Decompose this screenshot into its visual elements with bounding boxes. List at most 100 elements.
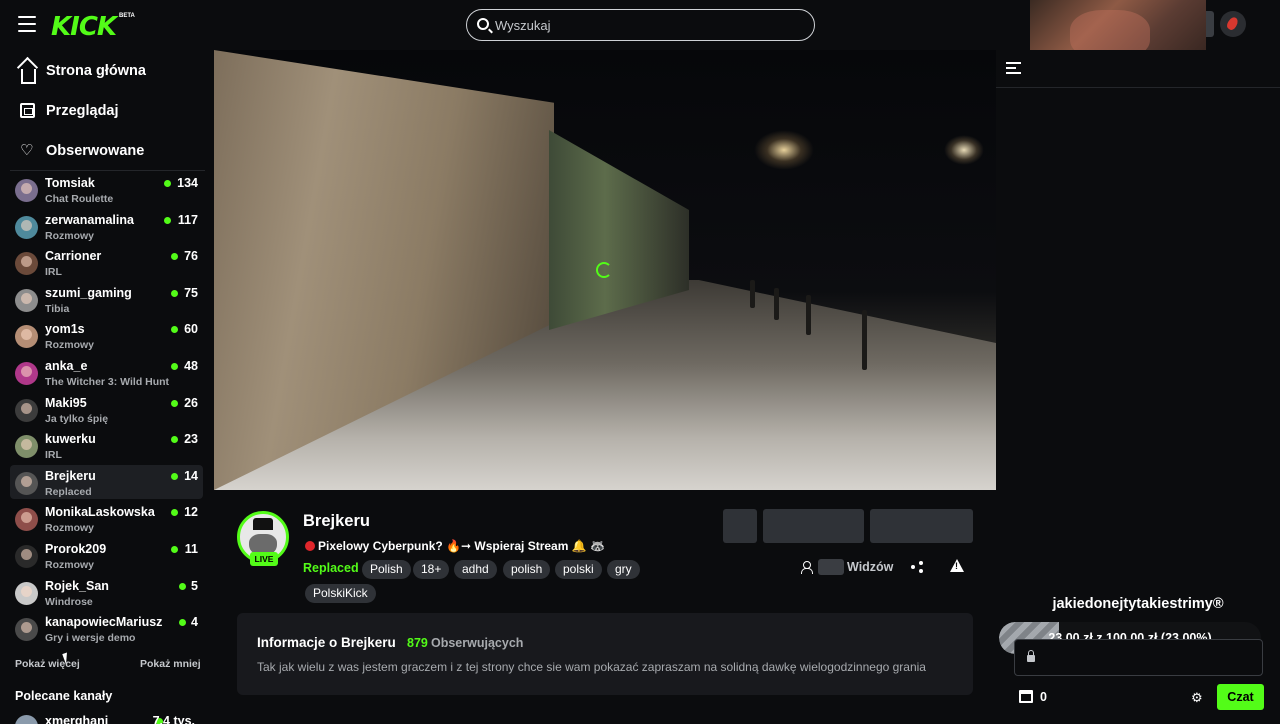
user-avatar[interactable] [1220,11,1246,37]
sidebar-channel[interactable]: Carrioner IRL 76 [10,245,203,279]
sidebar-channel[interactable]: Prorok209 Rozmowy 11 [10,538,203,572]
viewer-count: 23 [184,432,198,447]
viewer-count: 12 [184,505,198,520]
subscribe-button[interactable] [870,509,973,543]
channel-name: xmerghani [45,714,109,724]
channel-name: MonikaLaskowska [45,505,155,520]
channel-name: zerwanamalina [45,212,134,227]
channel-category: Tibia [45,302,70,315]
channel-category: Rozmowy [45,559,95,571]
channel-name: Brejkeru [45,468,96,483]
avatar [15,508,38,532]
channel-name: szumi_gaming [45,285,132,300]
live-dot-icon [163,180,171,187]
stream-title: Pixelowy Cyberpunk? 🔥➞ Wspieraj Stream 🔔… [305,539,605,553]
channel-category: Ja tylko śpię [45,412,109,425]
sidebar-item-label: Strona główna [46,63,146,79]
chat-input[interactable] [1014,639,1263,676]
about-description: Tak jak wielu z was jestem graczem i z t… [257,660,926,674]
sidebar-item-home[interactable]: Strona główna [0,52,210,88]
gear-icon[interactable]: ⚙ [1191,691,1203,704]
streamer-name[interactable]: Brejkeru [303,512,370,531]
viewer-count: 134 [177,176,198,190]
beta-badge: BETA [119,13,135,19]
chat-panel: jakiedonejtytakiestrimy® 23,00 zł z 100,… [996,50,1280,720]
stream-tag[interactable]: 18+ [413,560,450,579]
sidebar-channel[interactable]: Tomsiak Chat Roulette 134 [10,172,203,206]
live-dot-icon [178,619,186,627]
report-icon[interactable] [950,559,964,572]
viewer-count [818,559,844,575]
channel-name: Maki95 [45,395,87,410]
search-input[interactable] [495,16,795,34]
stream-tag[interactable]: gry [607,560,640,579]
share-icon[interactable] [911,561,923,573]
follow-button[interactable] [763,509,864,543]
channel-name: Carrioner [45,249,102,264]
sidebar-divider [10,170,205,171]
sidebar-channel[interactable]: yom1s Rozmowy 60 [10,318,203,352]
sidebar-item-following[interactable]: ♡ Obserwowane [0,132,210,168]
collapse-chat-icon[interactable] [1006,62,1021,74]
viewer-count: 26 [184,395,198,410]
channel-category: Rozmowy [45,522,95,535]
live-dot-icon [171,546,178,553]
sidebar-channel[interactable]: kanapowiecMariusz Gry i wersje demo 4 [10,611,203,645]
follower-count: 879 [407,636,428,650]
viewer-count: 60 [184,322,198,337]
kick-logo[interactable]: KICK [51,12,117,42]
search-bar[interactable] [466,9,815,41]
viewers-icon [801,561,813,574]
sidebar: Strona główna Przeglądaj ♡ Obserwowane T… [0,50,210,724]
bollard [750,280,755,308]
stream-tag[interactable]: adhd [454,560,497,579]
about-title: Informacje o Brejkeru [257,635,396,650]
street-lamp [944,135,984,165]
viewer-count: 75 [184,285,198,300]
sidebar-channel[interactable]: anka_e The Witcher 3: Wild Hunt 48 [10,355,203,389]
browse-icon [20,103,35,118]
live-dot-icon [171,509,178,517]
sidebar-channel[interactable]: kuwerku IRL 23 [10,428,203,462]
stream-tag[interactable]: polish [503,560,551,579]
sidebar-channel[interactable]: Rojek_San Windrose 5 [10,575,203,609]
sidebar-channel[interactable]: Brejkeru Replaced 14 [10,464,203,499]
recommended-channel[interactable]: xmerghani 7,4 tys. [10,712,203,724]
show-more-link[interactable]: Pokaż więcej [15,658,80,670]
bollard [862,310,867,370]
viewer-count: 5 [191,578,198,593]
heart-icon: ♡ [20,142,34,159]
menu-icon[interactable] [18,16,36,32]
avatar [15,545,38,568]
sidebar-item-label: Obserwowane [46,143,145,159]
bollard [806,295,811,335]
channel-name: Tomsiak [45,176,95,190]
video-player[interactable] [214,50,996,490]
follower-label: Obserwujących [431,636,524,650]
lock-icon [1027,650,1035,662]
stream-tag[interactable]: polski [555,560,602,579]
store-icon[interactable] [1019,690,1033,703]
goal-title: jakiedonejtytakiestrimy® [1052,596,1224,612]
live-dot-icon [171,472,178,480]
sidebar-channel[interactable]: MonikaLaskowska Rozmowy 12 [10,501,203,535]
viewer-count: 76 [184,249,198,264]
recommended-title: Polecane kanały [15,689,113,703]
stream-tag[interactable]: Polish [362,560,411,579]
stream-category[interactable]: Replaced [303,561,359,575]
channel-name: yom1s [45,322,85,337]
channel-name: kanapowiecMariusz [45,615,163,630]
home-icon [21,69,36,84]
stream-tag[interactable]: PolskiKick [305,584,376,603]
sidebar-item-browse[interactable]: Przeglądaj [0,92,210,128]
avatar [15,252,38,276]
show-less-link[interactable]: Pokaż mniej [140,658,201,670]
chat-send-button[interactable]: Czat [1217,684,1264,710]
sidebar-channel[interactable]: Maki95 Ja tylko śpię 26 [10,392,203,426]
chat-header [996,50,1280,88]
sidebar-channel[interactable]: szumi_gaming Tibia 75 [10,282,203,316]
live-dot-icon [171,289,178,297]
action-button[interactable] [723,509,757,543]
channel-category: Replaced [45,485,92,498]
sidebar-channel[interactable]: zerwanamalina Rozmowy 117 [10,209,203,243]
